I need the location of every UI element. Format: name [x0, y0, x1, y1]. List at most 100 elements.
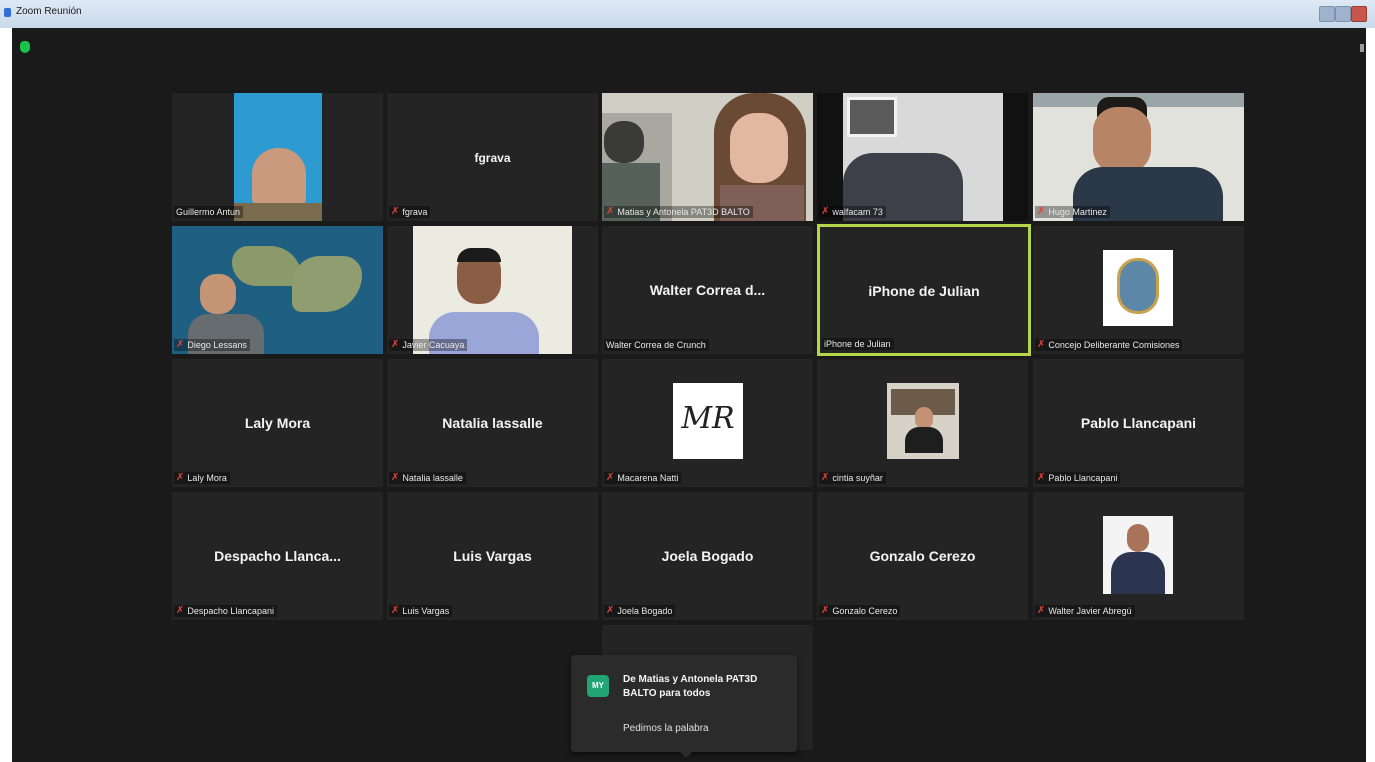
muted-mic-icon: ✗	[606, 472, 615, 483]
island-shape	[292, 256, 362, 312]
participant-display-name: Luis Vargas	[453, 548, 532, 564]
notification-pointer	[680, 752, 692, 758]
participant-tile[interactable]: Pablo Llancapani ✗ Pablo Llancapani	[1033, 359, 1244, 487]
participant-tile[interactable]: Gonzalo Cerezo ✗ Gonzalo Cerezo	[817, 492, 1028, 620]
muted-mic-icon: ✗	[176, 605, 185, 616]
muted-mic-icon: ✗	[606, 206, 615, 217]
participant-avatar	[1103, 250, 1173, 326]
muted-mic-icon: ✗	[821, 206, 830, 217]
chat-notification-message: Pedimos la palabra	[623, 723, 709, 734]
participant-name-label: Guillermo Antun	[174, 206, 244, 218]
hair-shape	[457, 248, 501, 262]
participant-tile[interactable]: Guillermo Antun	[172, 93, 383, 221]
participant-name-label: ✗ Gonzalo Cerezo	[819, 605, 901, 617]
participant-name-label: ✗ Macarena Natti	[604, 472, 682, 484]
participant-tile[interactable]: Despacho Llanca... ✗ Despacho Llancapani	[172, 492, 383, 620]
face-shape	[1127, 524, 1149, 552]
participant-tile[interactable]: ✗ Diego Lessans	[172, 226, 383, 354]
muted-mic-icon: ✗	[1037, 605, 1046, 616]
participant-name-label: ✗ cintia suyñar	[819, 472, 886, 484]
participant-video	[1033, 93, 1244, 221]
window-controls	[1319, 6, 1367, 22]
muted-mic-icon: ✗	[391, 206, 400, 217]
suit-shape	[1111, 552, 1165, 594]
more-options-icon[interactable]	[1360, 44, 1364, 52]
participant-tile[interactable]: Luis Vargas ✗ Luis Vargas	[387, 492, 598, 620]
participant-name-label: ✗ Joela Bogado	[604, 605, 676, 617]
participant-name-label: iPhone de Julian	[822, 338, 894, 350]
minimize-button[interactable]	[1319, 6, 1335, 22]
muted-mic-icon: ✗	[176, 472, 185, 483]
participant-tile[interactable]: ✗ Concejo Deliberante Comisiones	[1033, 226, 1244, 354]
participant-tile[interactable]: ✗ walfacam 73	[817, 93, 1028, 221]
participant-video	[234, 93, 322, 221]
participant-tile[interactable]: fgrava ✗ fgrava	[387, 93, 598, 221]
participant-tile[interactable]: Natalia lassalle ✗ Natalia lassalle	[387, 359, 598, 487]
muted-mic-icon: ✗	[606, 605, 615, 616]
participant-name-label: ✗ Javier Cacuaya	[389, 339, 468, 351]
sender-avatar: MY	[587, 675, 609, 697]
person-shape	[604, 121, 644, 163]
participant-name-label: ✗ Laly Mora	[174, 472, 230, 484]
window-titlebar: Zoom Reunión	[0, 0, 1375, 28]
participant-name-label: ✗ Pablo Llancapani	[1035, 472, 1121, 484]
participant-display-name: Joela Bogado	[661, 548, 754, 564]
participant-video	[817, 93, 1028, 221]
participant-tile[interactable]: ✗ Matias y Antonela PAT3D BALTO	[602, 93, 813, 221]
face-shape	[1093, 107, 1151, 173]
participant-video	[602, 93, 813, 221]
maximize-button[interactable]	[1335, 6, 1351, 22]
face-shape	[200, 274, 236, 314]
active-speaker-tile[interactable]: iPhone de Julian iPhone de Julian	[817, 224, 1031, 356]
participant-name-label: ✗ Natalia lassalle	[389, 472, 466, 484]
participant-display-name: fgrava	[474, 151, 511, 165]
participant-avatar	[1103, 516, 1173, 594]
zoom-app-icon	[4, 8, 11, 17]
close-button[interactable]	[1351, 6, 1367, 22]
participant-tile[interactable]: MR ✗ Macarena Natti	[602, 359, 813, 487]
participant-tile[interactable]: ✗ Hugo Martinez	[1033, 93, 1244, 221]
participant-display-name: Laly Mora	[244, 415, 311, 431]
participant-name-label: ✗ fgrava	[389, 206, 431, 218]
participant-name-label: ✗ Walter Javier Abregú	[1035, 605, 1135, 617]
participant-tile[interactable]: Joela Bogado ✗ Joela Bogado	[602, 492, 813, 620]
participant-name-label: ✗ Matias y Antonela PAT3D BALTO	[604, 206, 753, 218]
crest-shape	[1117, 258, 1159, 314]
participant-display-name: Despacho Llanca...	[214, 548, 341, 564]
chat-notification[interactable]: MY De Matias y Antonela PAT3D BALTO para…	[571, 655, 797, 752]
face-shape	[915, 407, 933, 429]
muted-mic-icon: ✗	[1037, 206, 1046, 217]
muted-mic-icon: ✗	[176, 339, 185, 350]
muted-mic-icon: ✗	[821, 605, 830, 616]
participant-display-name: Gonzalo Cerezo	[869, 548, 976, 564]
participant-display-name: Natalia lassalle	[442, 415, 543, 431]
muted-mic-icon: ✗	[1037, 472, 1046, 483]
security-shield-icon[interactable]	[20, 41, 30, 53]
window-title: Zoom Reunión	[16, 6, 82, 17]
muted-mic-icon: ✗	[821, 472, 830, 483]
participant-display-name: Walter Correa d...	[649, 282, 766, 298]
participant-name-label: ✗ walfacam 73	[819, 206, 886, 218]
face-shape	[730, 113, 788, 183]
participant-tile[interactable]: ✗ Javier Cacuaya	[387, 226, 598, 354]
muted-mic-icon: ✗	[391, 605, 400, 616]
participant-name-label: Walter Correa de Crunch	[604, 339, 709, 351]
participant-display-name: Pablo Llancapani	[1080, 415, 1197, 431]
muted-mic-icon: ✗	[1037, 339, 1046, 350]
person-shape	[905, 427, 943, 453]
muted-mic-icon: ✗	[391, 472, 400, 483]
participant-tile[interactable]: Laly Mora ✗ Laly Mora	[172, 359, 383, 487]
participant-display-name: iPhone de Julian	[868, 283, 980, 299]
participant-name-label: ✗ Diego Lessans	[174, 339, 250, 351]
participant-name-label: ✗ Concejo Deliberante Comisiones	[1035, 339, 1183, 351]
participant-video	[413, 226, 572, 354]
participant-tile[interactable]: ✗ Walter Javier Abregú	[1033, 492, 1244, 620]
face-shape	[252, 148, 306, 208]
participant-name-label: ✗ Luis Vargas	[389, 605, 453, 617]
participant-video	[172, 226, 383, 354]
participant-tile[interactable]: ✗ cintia suyñar	[817, 359, 1028, 487]
participant-tile[interactable]: Walter Correa d... Walter Correa de Crun…	[602, 226, 813, 354]
shirt-shape	[234, 203, 322, 221]
chat-notification-title: De Matias y Antonela PAT3D BALTO para to…	[623, 674, 758, 699]
frame-shape	[847, 97, 897, 137]
